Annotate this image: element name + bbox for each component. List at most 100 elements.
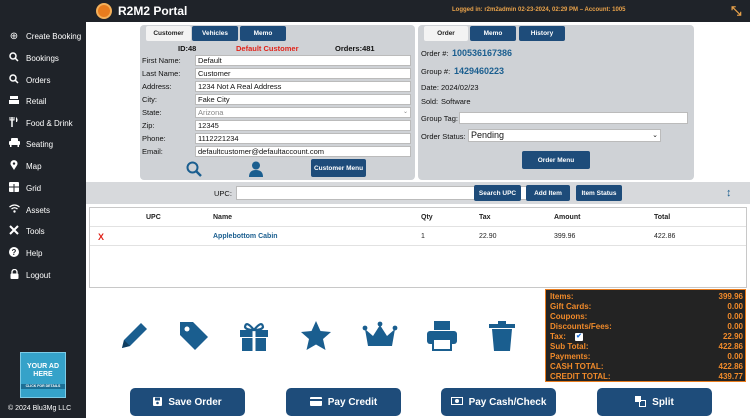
group-tag-field[interactable] [459, 112, 688, 124]
customer-search-icon[interactable] [186, 161, 202, 177]
user-icon[interactable] [248, 161, 264, 177]
group-tag-label: Group Tag: [421, 114, 458, 123]
sidebar-item-label: Create Booking [26, 31, 82, 41]
pay-credit-label: Pay Credit [327, 396, 378, 408]
search-upc-button[interactable]: Search UPC [474, 185, 521, 201]
phone-field[interactable] [195, 133, 411, 144]
grid-icon [8, 181, 20, 195]
address-field[interactable] [195, 81, 411, 92]
split-button[interactable]: Split [597, 388, 712, 416]
totals-row-items: Items: 399.96 [550, 292, 743, 302]
crown-icon[interactable] [362, 318, 398, 354]
sidebar-item-retail[interactable]: Retail [0, 91, 86, 111]
plus-circle-icon: ⊕ [9, 30, 19, 42]
pencil-icon[interactable] [116, 318, 152, 354]
totals-value: 422.86 [718, 362, 743, 371]
add-item-button[interactable]: Add Item [526, 185, 570, 201]
totals-value: 422.86 [718, 342, 743, 351]
lock-icon [8, 268, 20, 282]
totals-value: 0.00 [727, 302, 743, 311]
expand-icon[interactable]: ⤡ [731, 4, 741, 17]
tab-order-memo[interactable]: Memo [470, 26, 516, 41]
ad-line2: HERE [33, 371, 53, 378]
order-panel: Order Memo History Order #: 100536167386… [418, 25, 694, 180]
pay-cash-check-label: Pay Cash/Check [468, 396, 547, 408]
tax-checkbox[interactable]: ✔ [575, 333, 583, 341]
sidebar-item-seating[interactable]: Seating [0, 134, 86, 154]
sidebar-item-map[interactable]: Map [0, 156, 86, 176]
totals-row-sub-total: Sub Total: 422.86 [550, 342, 743, 352]
order-status-value: Pending [471, 130, 505, 140]
cell-total: 422.86 [654, 233, 676, 240]
sidebar-item-tools[interactable]: Tools [0, 221, 86, 241]
split-icon [635, 395, 647, 409]
column-header-total: Total [654, 214, 671, 221]
split-label: Split [652, 396, 674, 408]
printer-icon[interactable] [424, 318, 460, 354]
zip-label: Zip: [142, 121, 155, 130]
totals-value: 22.90 [722, 332, 743, 341]
star-icon[interactable] [298, 318, 334, 354]
customer-menu-button[interactable]: Customer Menu [311, 159, 366, 177]
ad-sub: CLICK FOR DETAILS [21, 384, 65, 389]
phone-label: Phone: [142, 134, 166, 143]
trash-icon[interactable] [484, 318, 520, 354]
sidebar-item-orders[interactable]: Orders [0, 70, 86, 90]
pay-cash-check-button[interactable]: Pay Cash/Check [441, 388, 556, 416]
customer-panel: Customer Vehicles Memo ID:48 Default Cus… [140, 25, 415, 180]
tag-icon[interactable] [176, 318, 212, 354]
first-name-label: First Name: [142, 56, 181, 65]
zip-field[interactable] [195, 120, 411, 131]
item-status-button[interactable]: Item Status [576, 185, 622, 201]
address-label: Address: [142, 82, 172, 91]
tab-vehicles[interactable]: Vehicles [192, 26, 238, 41]
totals-label: Coupons: [550, 312, 588, 321]
totals-label: CREDIT TOTAL: [550, 372, 611, 381]
totals-label: Payments: [550, 352, 591, 361]
totals-value: 0.00 [727, 312, 743, 321]
group-number-label: Group #: [421, 67, 451, 76]
state-value: Arizona [198, 108, 224, 117]
city-field[interactable] [195, 94, 411, 105]
column-header-amount: Amount [554, 214, 581, 221]
map-pin-icon [8, 159, 20, 173]
first-name-field[interactable] [195, 55, 411, 66]
tab-customer[interactable]: Customer [146, 26, 191, 41]
sidebar-item-label: Seating [26, 139, 54, 149]
app-title: R2M2 Portal [118, 4, 188, 18]
totals-label: Items: [550, 292, 574, 301]
order-menu-button[interactable]: Order Menu [522, 151, 590, 169]
sidebar-item-label: Tools [26, 226, 45, 236]
sidebar-item-logout[interactable]: Logout [0, 265, 86, 285]
order-status-select[interactable]: Pending ⌄ [468, 129, 661, 142]
cell-name[interactable]: Applebottom Cabin [213, 233, 278, 240]
tab-order[interactable]: Order [424, 26, 468, 41]
state-select[interactable]: Arizona ⌄ [195, 107, 411, 118]
gift-icon[interactable] [236, 318, 272, 354]
tools-icon [8, 224, 20, 238]
sold-value: Software [441, 97, 471, 106]
couch-icon [8, 138, 20, 150]
sidebar-item-label: Food & Drink [26, 118, 73, 128]
customer-id: ID:48 [178, 44, 197, 53]
pay-credit-button[interactable]: Pay Credit [286, 388, 401, 416]
sidebar-item-grid[interactable]: Grid [0, 178, 86, 198]
chevron-down-icon: ⌄ [402, 109, 408, 115]
sidebar-item-assets[interactable]: Assets [0, 200, 86, 220]
cell-qty: 1 [421, 233, 425, 240]
sidebar-item-help[interactable]: ? Help [0, 243, 86, 263]
resize-vertical-icon[interactable]: ↕ [726, 187, 732, 199]
email-field[interactable] [195, 146, 411, 157]
sidebar-item-create-booking[interactable]: ⊕ Create Booking [0, 26, 86, 46]
remove-item-icon[interactable]: X [98, 232, 104, 242]
ad-banner[interactable]: YOUR AD HERE CLICK FOR DETAILS [20, 352, 66, 398]
totals-label: CASH TOTAL: [550, 362, 604, 371]
sidebar-item-food-drink[interactable]: Food & Drink [0, 113, 86, 133]
save-order-button[interactable]: Save Order [130, 388, 245, 416]
sidebar-item-bookings[interactable]: Bookings [0, 48, 86, 68]
tab-history[interactable]: History [519, 26, 565, 41]
last-name-field[interactable] [195, 68, 411, 79]
wifi-icon [8, 204, 20, 216]
chevron-down-icon: ⌄ [652, 132, 658, 139]
tab-memo[interactable]: Memo [240, 26, 286, 41]
